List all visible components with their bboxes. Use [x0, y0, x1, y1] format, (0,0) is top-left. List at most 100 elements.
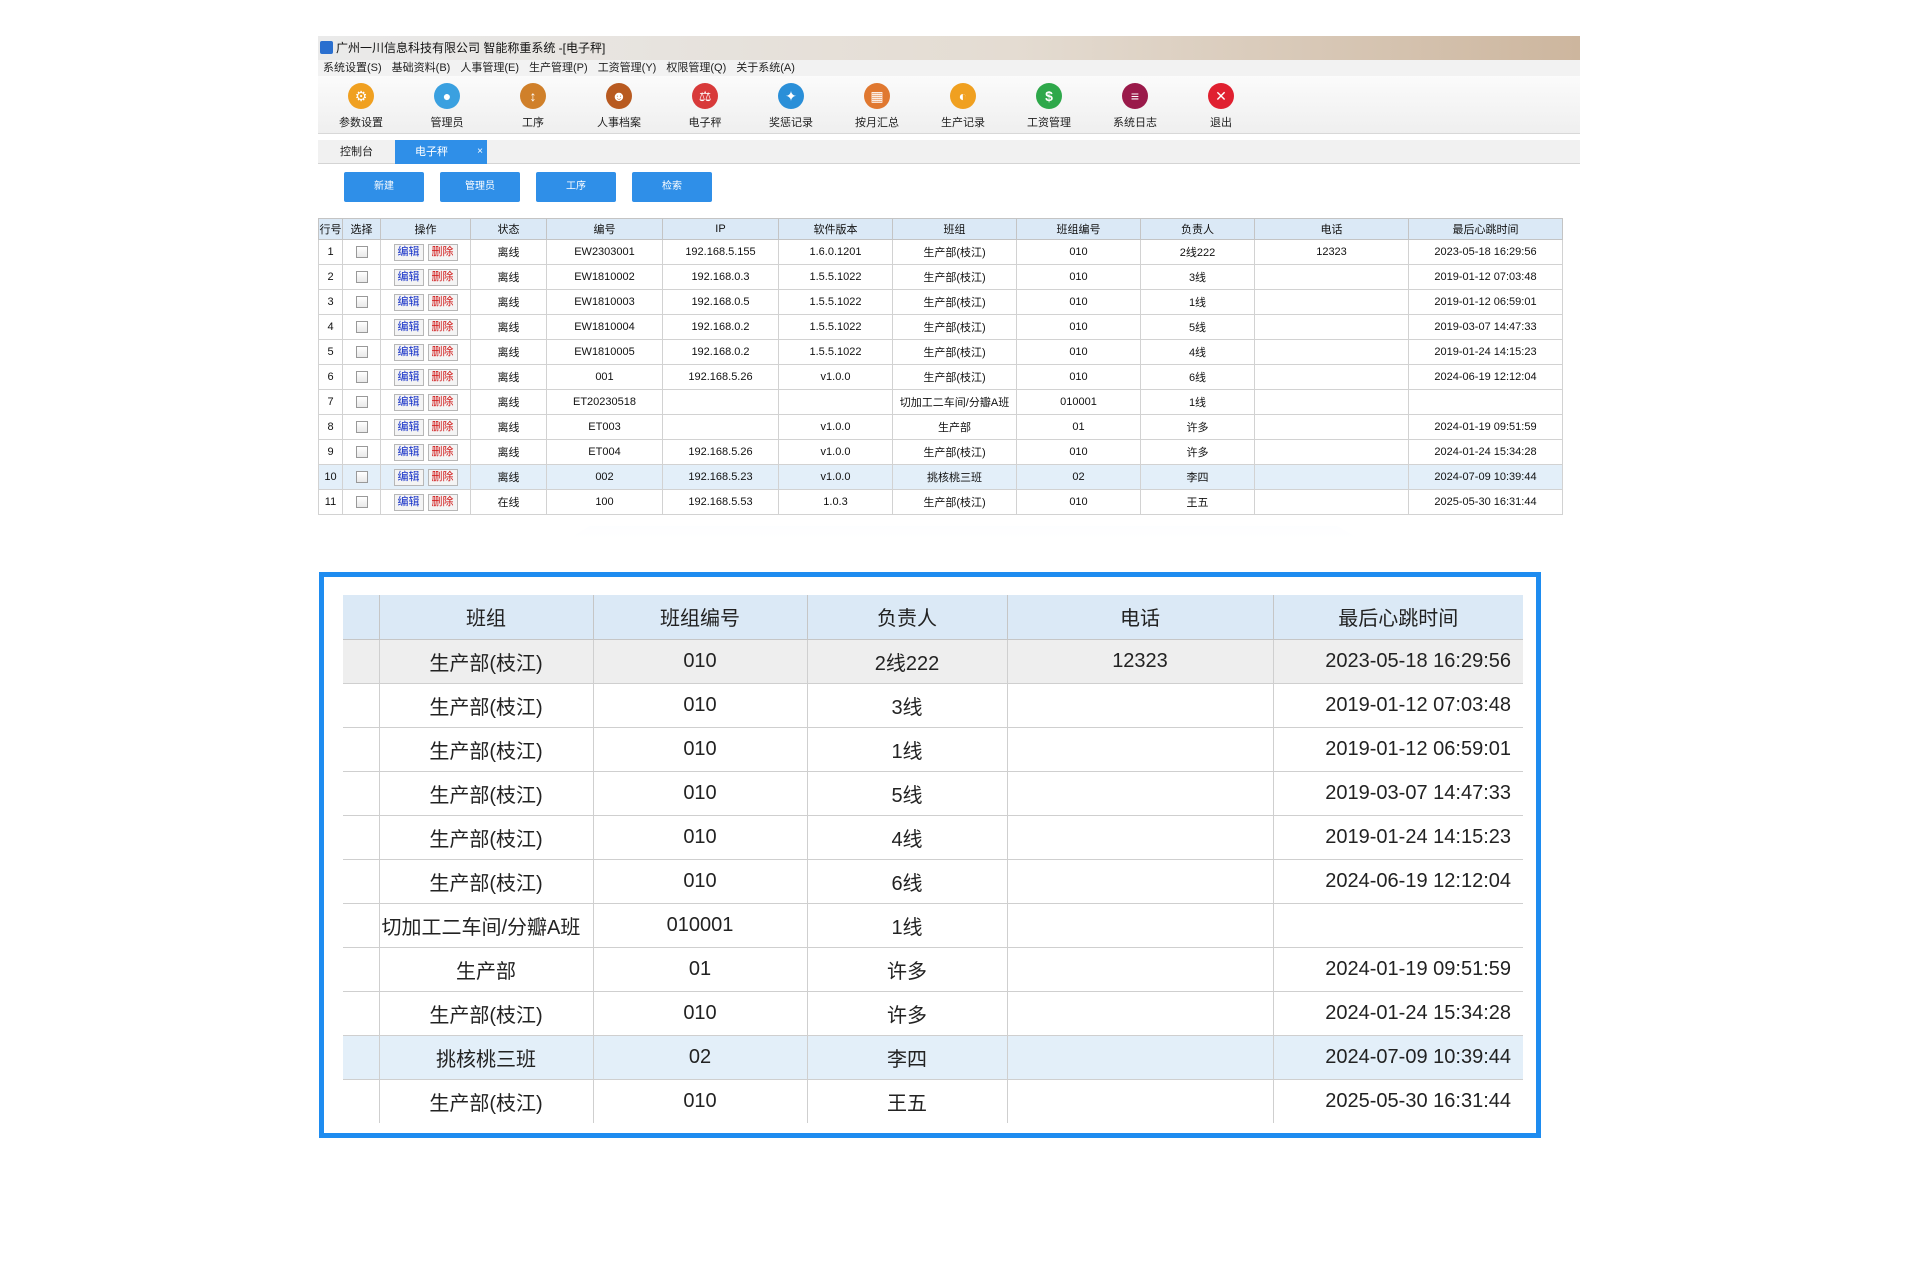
new-button[interactable]: 新建	[344, 172, 424, 202]
delete-button[interactable]: 删除	[427, 293, 458, 311]
menu-system[interactable]: 系统设置(S)	[318, 60, 387, 76]
row-checkbox[interactable]	[355, 346, 368, 359]
row-checkbox[interactable]	[355, 446, 368, 459]
column-header[interactable]: 行号	[318, 218, 343, 240]
column-header[interactable]: 电话	[1254, 218, 1409, 240]
menu-production[interactable]: 生产管理(P)	[524, 60, 593, 76]
zoom-table-row[interactable]: 生产部(枝江) 010 1线 2019-01-12 06:59:01	[343, 727, 1523, 772]
admin-button[interactable]: 管理员	[440, 172, 520, 202]
row-checkbox[interactable]	[355, 321, 368, 334]
zoom-table-row[interactable]: 生产部 01 许多 2024-01-19 09:51:59	[343, 947, 1523, 992]
cell-team-no: 010	[1016, 364, 1141, 390]
table-row[interactable]: 6 编辑 删除 离线 001 192.168.5.26 v1.0.0 生产部(枝江) 010 6线…	[318, 364, 1563, 390]
row-checkbox[interactable]	[355, 421, 368, 434]
menu-hr[interactable]: 人事管理(E)	[455, 60, 524, 76]
delete-button[interactable]: 删除	[427, 343, 458, 361]
zoom-table-row[interactable]: 生产部(枝江) 010 许多 2024-01-24 15:34:28	[343, 991, 1523, 1036]
edit-button[interactable]: 编辑	[393, 418, 424, 436]
table-row[interactable]: 4 编辑 删除 离线 EW1810004 192.168.0.2 1.5.5.1022 生产部…	[318, 314, 1563, 340]
delete-button[interactable]: 删除	[427, 493, 458, 511]
table-row[interactable]: 7 编辑 删除 离线 ET20230518 切加工二车间/分瓣A班 010001 1线	[318, 389, 1563, 415]
process-button[interactable]: 工序	[536, 172, 616, 202]
zoom-table-row[interactable]: 生产部(枝江) 010 2线222 12323 2023-05-18 16:29:56	[343, 639, 1523, 684]
row-checkbox[interactable]	[355, 246, 368, 259]
cell-team-no: 010	[1016, 339, 1141, 365]
toolbar-button-money[interactable]: $ 工资管理	[1006, 76, 1092, 134]
table-row[interactable]: 11 编辑 删除 在线 100 192.168.5.53 1.0.3 生产部(枝江) 010 王五…	[318, 489, 1563, 515]
row-checkbox[interactable]	[355, 471, 368, 484]
toolbar-button-log[interactable]: ≡ 系统日志	[1092, 76, 1178, 134]
edit-button[interactable]: 编辑	[393, 368, 424, 386]
zoom-column-header[interactable]: 班组编号	[593, 595, 808, 640]
menu-basic[interactable]: 基础资料(B)	[387, 60, 456, 76]
edit-button[interactable]: 编辑	[393, 443, 424, 461]
toolbar-button-admin-user[interactable]: ● 管理员	[404, 76, 490, 134]
edit-button[interactable]: 编辑	[393, 343, 424, 361]
delete-button[interactable]: 删除	[427, 443, 458, 461]
row-checkbox[interactable]	[355, 271, 368, 284]
table-row[interactable]: 5 编辑 删除 离线 EW1810005 192.168.0.2 1.5.5.1022 生产部…	[318, 339, 1563, 365]
table-row[interactable]: 9 编辑 删除 离线 ET004 192.168.5.26 v1.0.0 生产部(枝江) 010…	[318, 439, 1563, 465]
toolbar-button-exit[interactable]: ✕ 退出	[1178, 76, 1264, 134]
zoom-table-row[interactable]: 生产部(枝江) 010 王五 2025-05-30 16:31:44	[343, 1079, 1523, 1123]
close-icon[interactable]: ×	[477, 140, 483, 164]
edit-button[interactable]: 编辑	[393, 243, 424, 261]
column-header[interactable]: 操作	[380, 218, 471, 240]
edit-button[interactable]: 编辑	[393, 468, 424, 486]
table-row[interactable]: 10 编辑 删除 离线 002 192.168.5.23 v1.0.0 挑核桃三班 02 李四 20…	[318, 464, 1563, 490]
zoom-column-header[interactable]: 电话	[1007, 595, 1274, 640]
zoom-table-row[interactable]: 切加工二车间/分瓣A班 010001 1线	[343, 903, 1523, 948]
column-header[interactable]: 负责人	[1140, 218, 1255, 240]
zoom-table-row[interactable]: 生产部(枝江) 010 4线 2019-01-24 14:15:23	[343, 815, 1523, 860]
delete-button[interactable]: 删除	[427, 468, 458, 486]
delete-button[interactable]: 删除	[427, 318, 458, 336]
tab-scale[interactable]: 电子秤 ×	[395, 140, 487, 164]
menu-salary[interactable]: 工资管理(Y)	[593, 60, 662, 76]
zoom-column-header[interactable]: 班组	[379, 595, 594, 640]
row-checkbox[interactable]	[355, 496, 368, 509]
toolbar-button-calendar[interactable]: ▦ 按月汇总	[834, 76, 920, 134]
edit-button[interactable]: 编辑	[393, 393, 424, 411]
zoom-column-header[interactable]: 最后心跳时间	[1273, 595, 1523, 640]
toolbar-button-production[interactable]: ◐ 生产记录	[920, 76, 1006, 134]
zoom-table-row[interactable]: 挑核桃三班 02 李四 2024-07-09 10:39:44	[343, 1035, 1523, 1080]
column-header[interactable]: IP	[662, 218, 779, 240]
row-checkbox[interactable]	[355, 296, 368, 309]
table-row[interactable]: 2 编辑 删除 离线 EW1810002 192.168.0.3 1.5.5.1022 生产部…	[318, 264, 1563, 290]
zoom-column-header[interactable]: 负责人	[807, 595, 1008, 640]
column-header[interactable]: 编号	[546, 218, 663, 240]
zoom-table-row[interactable]: 生产部(枝江) 010 3线 2019-01-12 07:03:48	[343, 683, 1523, 728]
edit-button[interactable]: 编辑	[393, 318, 424, 336]
column-header[interactable]: 软件版本	[778, 218, 893, 240]
toolbar-button-process[interactable]: ↕ 工序	[490, 76, 576, 134]
column-header[interactable]: 班组	[892, 218, 1017, 240]
zoom-table-row[interactable]: 生产部(枝江) 010 6线 2024-06-19 12:12:04	[343, 859, 1523, 904]
menu-about[interactable]: 关于系统(A)	[731, 60, 800, 76]
delete-button[interactable]: 删除	[427, 268, 458, 286]
edit-button[interactable]: 编辑	[393, 293, 424, 311]
column-header[interactable]: 班组编号	[1016, 218, 1141, 240]
zoom-table-row[interactable]: 生产部(枝江) 010 5线 2019-03-07 14:47:33	[343, 771, 1523, 816]
delete-button[interactable]: 删除	[427, 243, 458, 261]
toolbar-button-reward[interactable]: ✦ 奖惩记录	[748, 76, 834, 134]
table-row[interactable]: 8 编辑 删除 离线 ET003 v1.0.0 生产部 01 许多 2024-01-19 09:5…	[318, 414, 1563, 440]
table-row[interactable]: 1 编辑 删除 离线 EW2303001 192.168.5.155 1.6.0.1201 生…	[318, 239, 1563, 265]
search-button[interactable]: 检索	[632, 172, 712, 202]
row-checkbox[interactable]	[355, 371, 368, 384]
row-checkbox[interactable]	[355, 396, 368, 409]
toolbar-button-gear[interactable]: ⚙ 参数设置	[318, 76, 404, 134]
column-header[interactable]: 选择	[342, 218, 381, 240]
status-cell: 离线	[470, 414, 547, 440]
menu-permission[interactable]: 权限管理(Q)	[661, 60, 731, 76]
edit-button[interactable]: 编辑	[393, 268, 424, 286]
delete-button[interactable]: 删除	[427, 393, 458, 411]
tab-console[interactable]: 控制台	[318, 140, 395, 164]
delete-button[interactable]: 删除	[427, 368, 458, 386]
toolbar-button-personnel[interactable]: ☻ 人事档案	[576, 76, 662, 134]
table-row[interactable]: 3 编辑 删除 离线 EW1810003 192.168.0.5 1.5.5.1022 生产部…	[318, 289, 1563, 315]
toolbar-button-scale[interactable]: ⚖ 电子秤	[662, 76, 748, 134]
edit-button[interactable]: 编辑	[393, 493, 424, 511]
delete-button[interactable]: 删除	[427, 418, 458, 436]
column-header[interactable]: 状态	[470, 218, 547, 240]
column-header[interactable]: 最后心跳时间	[1408, 218, 1563, 240]
